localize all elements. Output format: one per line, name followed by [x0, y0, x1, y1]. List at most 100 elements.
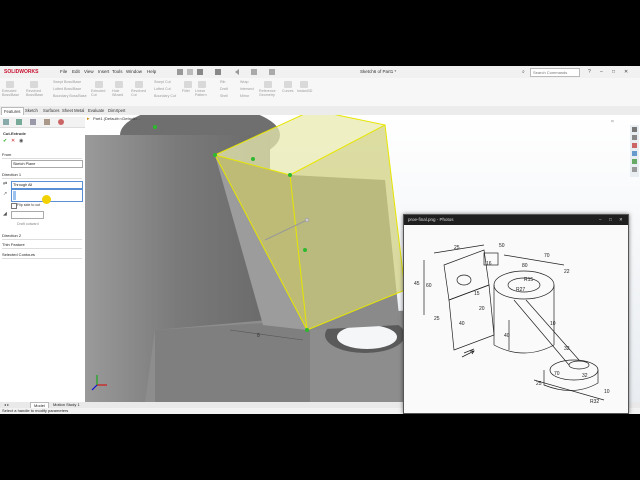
help-icon[interactable]: ? [588, 69, 591, 75]
manager-tabs [0, 117, 85, 128]
dim-label: 25 [454, 245, 460, 251]
direction2-section[interactable]: Direction 2 [2, 232, 82, 240]
dim-label: 25 [536, 381, 542, 387]
reference-geometry-icon[interactable] [264, 81, 272, 88]
dim-label: 16 [486, 261, 492, 267]
extruded-cut-label[interactable]: Extruded Cut [91, 89, 109, 97]
scroll-arrows-icon[interactable]: ◂ ▸ [4, 402, 9, 407]
curves-icon[interactable] [284, 81, 292, 88]
tab-sheet-metal[interactable]: Sheet Metal [60, 107, 86, 114]
thin-feature-section[interactable]: Thin Feature [2, 241, 82, 249]
swept-cut-label[interactable]: Swept Cut [154, 80, 171, 84]
minimize-button[interactable]: – [600, 69, 603, 75]
configuration-icon [30, 119, 36, 125]
instant3d-label[interactable]: Instant3D [297, 89, 312, 93]
shell-label[interactable]: Shell [220, 94, 228, 98]
fillet-icon[interactable] [184, 81, 192, 88]
photos-close-button[interactable]: ✕ [619, 215, 623, 225]
ok-button[interactable]: ✔ [3, 138, 7, 144]
photos-maximize-button[interactable]: □ [609, 215, 612, 225]
feature-tree-flyout[interactable]: Part1 (Default<<Default>... [93, 116, 141, 121]
view-orientation-icon[interactable]: ⌗ [611, 119, 614, 125]
search-input[interactable]: Search Commands [530, 68, 580, 77]
boundary-boss-label[interactable]: Boundary Boss/Base [53, 94, 87, 98]
dim-label: 40 [504, 333, 510, 339]
reverse-direction-icon[interactable]: ⇄ [3, 181, 7, 187]
dim-label: 80 [522, 263, 528, 269]
revolve-icon[interactable] [30, 81, 38, 88]
lofted-boss-label[interactable]: Lofted Boss/Base [53, 87, 81, 91]
hole-wizard-label[interactable]: Hole Wizard [112, 89, 128, 97]
sketch-point [213, 153, 217, 157]
file-explorer-icon[interactable] [632, 143, 637, 148]
rib-label[interactable]: Rib [220, 80, 225, 84]
swept-boss-label[interactable]: Swept Boss/Base [53, 80, 81, 84]
view-palette-icon[interactable] [632, 151, 637, 156]
extruded-cut-icon[interactable] [95, 81, 103, 88]
document-title: Sketch6 of Part1 * [360, 69, 397, 74]
tab-evaluate[interactable]: Evaluate [86, 107, 106, 114]
menu-window[interactable]: Window [126, 69, 142, 74]
hole-wizard-icon[interactable] [115, 81, 123, 88]
extruded-boss-label[interactable]: Extruded Boss/Base [2, 89, 22, 97]
revolved-cut-icon[interactable] [135, 81, 143, 88]
maximize-button[interactable]: □ [612, 69, 615, 75]
design-library-icon[interactable] [632, 135, 637, 140]
sketch-point [288, 173, 292, 177]
dim-label: 22 [564, 269, 570, 275]
curves-label[interactable]: Curves [282, 89, 293, 93]
appearances-icon[interactable] [632, 159, 637, 164]
menu-edit[interactable]: Edit [72, 69, 80, 74]
linear-pattern-label[interactable]: Linear Pattern [195, 89, 209, 97]
dimxpert-icon [44, 119, 50, 125]
instant3d-icon[interactable] [300, 81, 308, 88]
direction1-section[interactable]: Direction 1 [2, 171, 82, 179]
open-icon [187, 69, 193, 75]
sketch-point [251, 157, 255, 161]
custom-properties-icon[interactable] [632, 167, 637, 172]
sketch-dimension-text: 8 [257, 333, 260, 339]
menu-view[interactable]: View [84, 69, 94, 74]
preview-icon[interactable]: ◉ [19, 138, 23, 144]
dim-label: 15 [474, 291, 480, 297]
dim-label: 45 [414, 281, 420, 287]
wrap-label[interactable]: Wrap [240, 80, 249, 84]
boundary-cut-label[interactable]: Boundary Cut [154, 94, 176, 98]
tab-features[interactable]: Features [1, 107, 24, 115]
intersect-label[interactable]: Intersect [240, 87, 254, 91]
photos-minimize-button[interactable]: – [599, 215, 602, 225]
fillet-label[interactable]: Fillet [182, 89, 190, 93]
draft-icon[interactable]: ◢ [3, 211, 7, 217]
menu-file[interactable]: File [60, 69, 67, 74]
engineering-drawing: 60 25 50 70 16 80 22 R27 R15 15 25 40 20… [404, 225, 628, 413]
from-section[interactable]: From [2, 151, 82, 159]
tab-sketch[interactable]: Sketch [23, 107, 40, 114]
from-select[interactable]: Sketch Plane [11, 160, 83, 168]
close-button[interactable]: ✕ [624, 69, 628, 75]
tab-dimxpert[interactable]: DimXpert [106, 107, 127, 114]
extrude-icon[interactable] [6, 81, 14, 88]
cancel-button[interactable]: ✕ [11, 138, 15, 144]
dim-label: R27 [516, 287, 525, 293]
draft-label[interactable]: Draft [220, 87, 228, 91]
linear-pattern-icon[interactable] [198, 81, 206, 88]
draft-outward-label[interactable]: Draft outward [17, 222, 39, 226]
revolved-cut-label[interactable]: Revolved Cut [131, 89, 149, 97]
draft-angle-field[interactable] [11, 211, 44, 219]
selected-contours-section[interactable]: Selected Contours [2, 251, 82, 259]
revolved-boss-label[interactable]: Revolved Boss/Base [26, 89, 48, 97]
tab-surfaces[interactable]: Surfaces [41, 107, 62, 114]
undo-icon [235, 69, 239, 75]
menu-help[interactable]: Help [147, 69, 156, 74]
menu-insert[interactable]: Insert [98, 69, 109, 74]
search-icon[interactable]: ⌕ [522, 69, 525, 75]
reference-geometry-label[interactable]: Reference Geometry [259, 89, 281, 97]
direction-arrow-icon: ↗ [3, 191, 8, 197]
mirror-label[interactable]: Mirror [240, 94, 249, 98]
lofted-cut-label[interactable]: Lofted Cut [154, 87, 171, 91]
menu-tools[interactable]: Tools [112, 69, 123, 74]
dim-label: 32 [582, 373, 588, 379]
end-condition-select[interactable]: Through All [11, 181, 83, 189]
new-icon [177, 69, 183, 75]
resources-icon[interactable] [632, 127, 637, 132]
